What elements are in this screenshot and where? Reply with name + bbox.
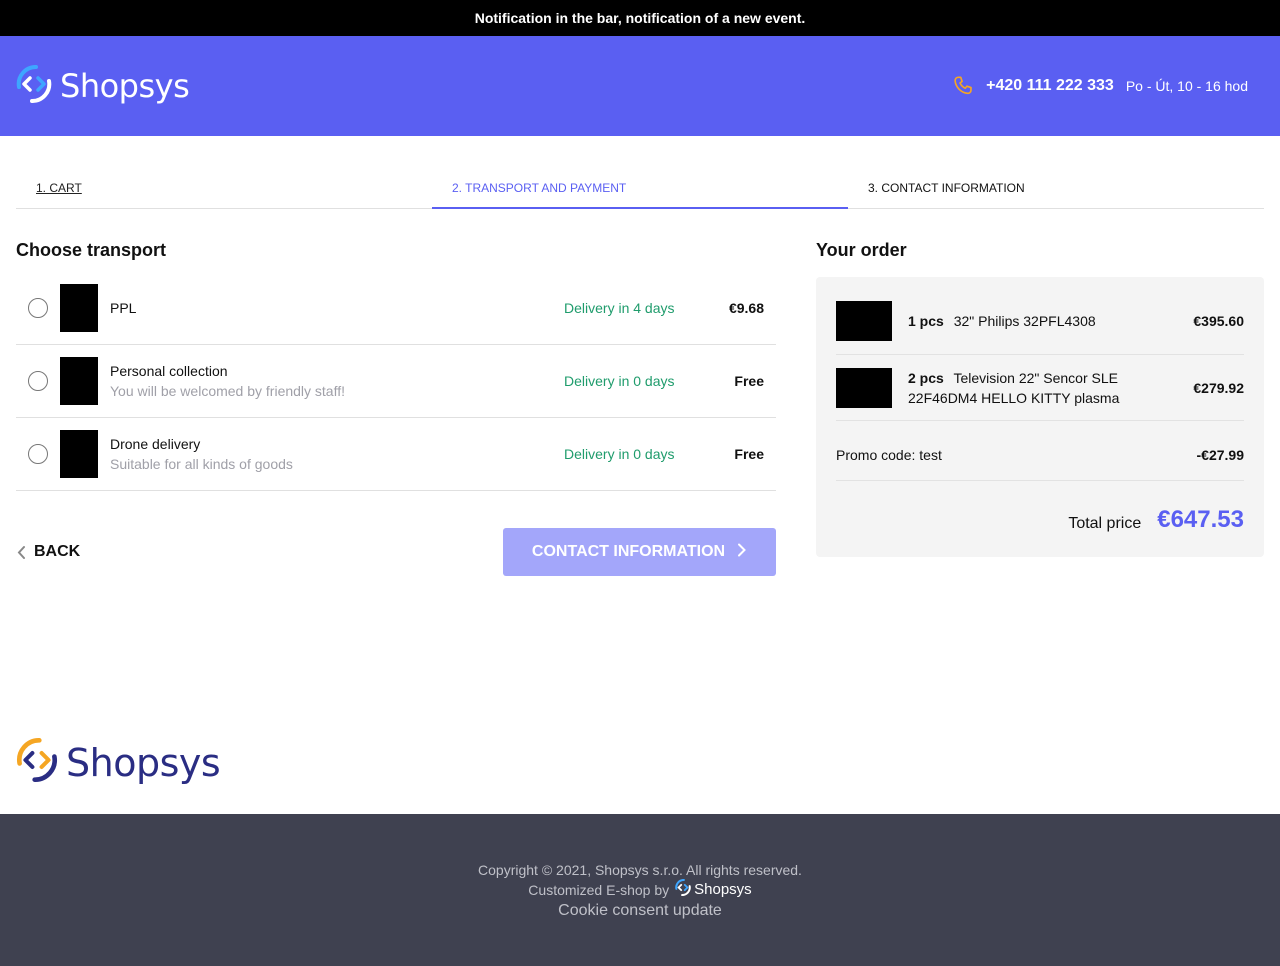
transport-option-ppl[interactable]: PPL Delivery in 4 days €9.68 (16, 272, 776, 345)
order-item-title: 32" Philips 32PFL4308 (953, 312, 1096, 329)
step-cart-label[interactable]: 1. Cart (36, 181, 82, 195)
step-contact-info: 3. Contact information (848, 136, 1264, 208)
order-title: Your order (816, 240, 907, 260)
customized-text: Customized E-shop by (528, 882, 670, 898)
order-item-image (836, 300, 892, 341)
chevron-left-icon (16, 545, 28, 559)
shopsys-logo-icon (16, 64, 52, 108)
transport-image (60, 284, 98, 332)
transport-info: Drone delivery Suitable for all kinds of… (110, 436, 564, 472)
transport-radio[interactable] (28, 444, 48, 464)
transport-name: Drone delivery (110, 436, 201, 452)
shopsys-logo-icon (16, 737, 58, 787)
back-label: Back (34, 543, 81, 560)
notification-text: Notification in the bar, notification of… (474, 10, 806, 26)
footer-logo[interactable]: Shopsys (16, 737, 221, 787)
copyright-text: Copyright © 2021, Shopsys s.r.o. All rig… (478, 862, 802, 878)
mini-logo-text: Shopsys (694, 881, 752, 898)
transport-price: €9.68 (728, 300, 764, 316)
header-logo[interactable]: Shopsys (16, 64, 190, 108)
order-item: 2 pcs Television 22" Sencor SLE 22F46DM4… (836, 355, 1244, 421)
promo-row: Promo code: test -€27.99 (836, 429, 1244, 481)
transport-name: Personal collection (110, 363, 228, 379)
transport-title: Choose transport (16, 240, 167, 260)
order-item-price: €279.92 (1193, 379, 1244, 396)
order-summary: Your order 1 pcs 32" Philips 32PFL4308 €… (816, 240, 1264, 557)
transport-name: PPL (110, 300, 137, 316)
shopsys-mini-icon (675, 878, 691, 902)
cta-label: Contact information (531, 543, 726, 560)
transport-section: Choose transport PPL Delivery in 4 days … (16, 240, 776, 491)
transport-info: Personal collection You will be welcomed… (110, 363, 564, 399)
footer-shopsys-link[interactable]: Shopsys (675, 878, 752, 902)
promo-value: -€27.99 (1196, 446, 1244, 463)
site-footer: Copyright © 2021, Shopsys s.r.o. All rig… (0, 814, 1280, 966)
order-item-name: 1 pcs 32" Philips 32PFL4308 (908, 311, 1164, 331)
checkout-steps: 1. Cart 2. Transport and payment 3. Cont… (16, 136, 1264, 209)
order-box: 1 pcs 32" Philips 32PFL4308 €395.60 2 pc… (816, 277, 1264, 557)
notification-bar: Notification in the bar, notification of… (0, 0, 1280, 36)
chevron-right-icon (737, 543, 747, 562)
promo-label: Promo code: test (836, 446, 942, 463)
transport-image (60, 430, 98, 478)
back-button[interactable]: Back (16, 543, 80, 561)
checkout-nav: Back Contact information (16, 528, 776, 576)
step-transport-label: 2. Transport and payment (452, 181, 627, 195)
contact-information-button[interactable]: Contact information (503, 528, 776, 576)
transport-delivery-time: Delivery in 4 days (564, 300, 675, 316)
header-contact: +420 111 222 333 Po - Út, 10 - 16 hod (952, 75, 1248, 97)
transport-radio[interactable] (28, 371, 48, 391)
transport-radio[interactable] (28, 298, 48, 318)
total-value: €647.53 (1157, 506, 1244, 533)
transport-info: PPL (110, 300, 564, 316)
cookie-consent-link[interactable]: Cookie consent update (0, 902, 1280, 920)
transport-price: Free (734, 373, 764, 389)
order-item-qty: 2 pcs (908, 369, 944, 386)
step-cart[interactable]: 1. Cart (16, 136, 432, 208)
customized-by: Customized E-shop by Shopsys (0, 878, 1280, 902)
total-label: Total price (1068, 515, 1142, 532)
order-item-name: 2 pcs Television 22" Sencor SLE 22F46DM4… (908, 368, 1164, 408)
transport-price: Free (734, 446, 764, 462)
order-item-image (836, 367, 892, 408)
transport-option-drone-delivery[interactable]: Drone delivery Suitable for all kinds of… (16, 418, 776, 491)
phone-icon (952, 75, 974, 97)
step-transport-payment: 2. Transport and payment (432, 136, 848, 209)
transport-delivery-time: Delivery in 0 days (564, 446, 675, 462)
transport-description: You will be welcomed by friendly staff! (110, 383, 346, 399)
transport-delivery-time: Delivery in 0 days (564, 373, 675, 389)
footer-logo-text: Shopsys (66, 740, 221, 785)
site-header: Shopsys +420 111 222 333 Po - Út, 10 - 1… (0, 36, 1280, 136)
transport-option-personal-collection[interactable]: Personal collection You will be welcomed… (16, 345, 776, 418)
header-logo-text: Shopsys (60, 67, 190, 105)
step-contact-label: 3. Contact information (868, 181, 1025, 195)
order-item-price: €395.60 (1193, 312, 1244, 329)
transport-description: Suitable for all kinds of goods (110, 456, 293, 472)
phone-number[interactable]: +420 111 222 333 (986, 77, 1114, 95)
total-row: Total price €647.53 (836, 481, 1244, 553)
transport-image (60, 357, 98, 405)
order-item: 1 pcs 32" Philips 32PFL4308 €395.60 (836, 277, 1244, 355)
order-item-qty: 1 pcs (908, 312, 944, 329)
opening-hours: Po - Út, 10 - 16 hod (1125, 78, 1248, 94)
